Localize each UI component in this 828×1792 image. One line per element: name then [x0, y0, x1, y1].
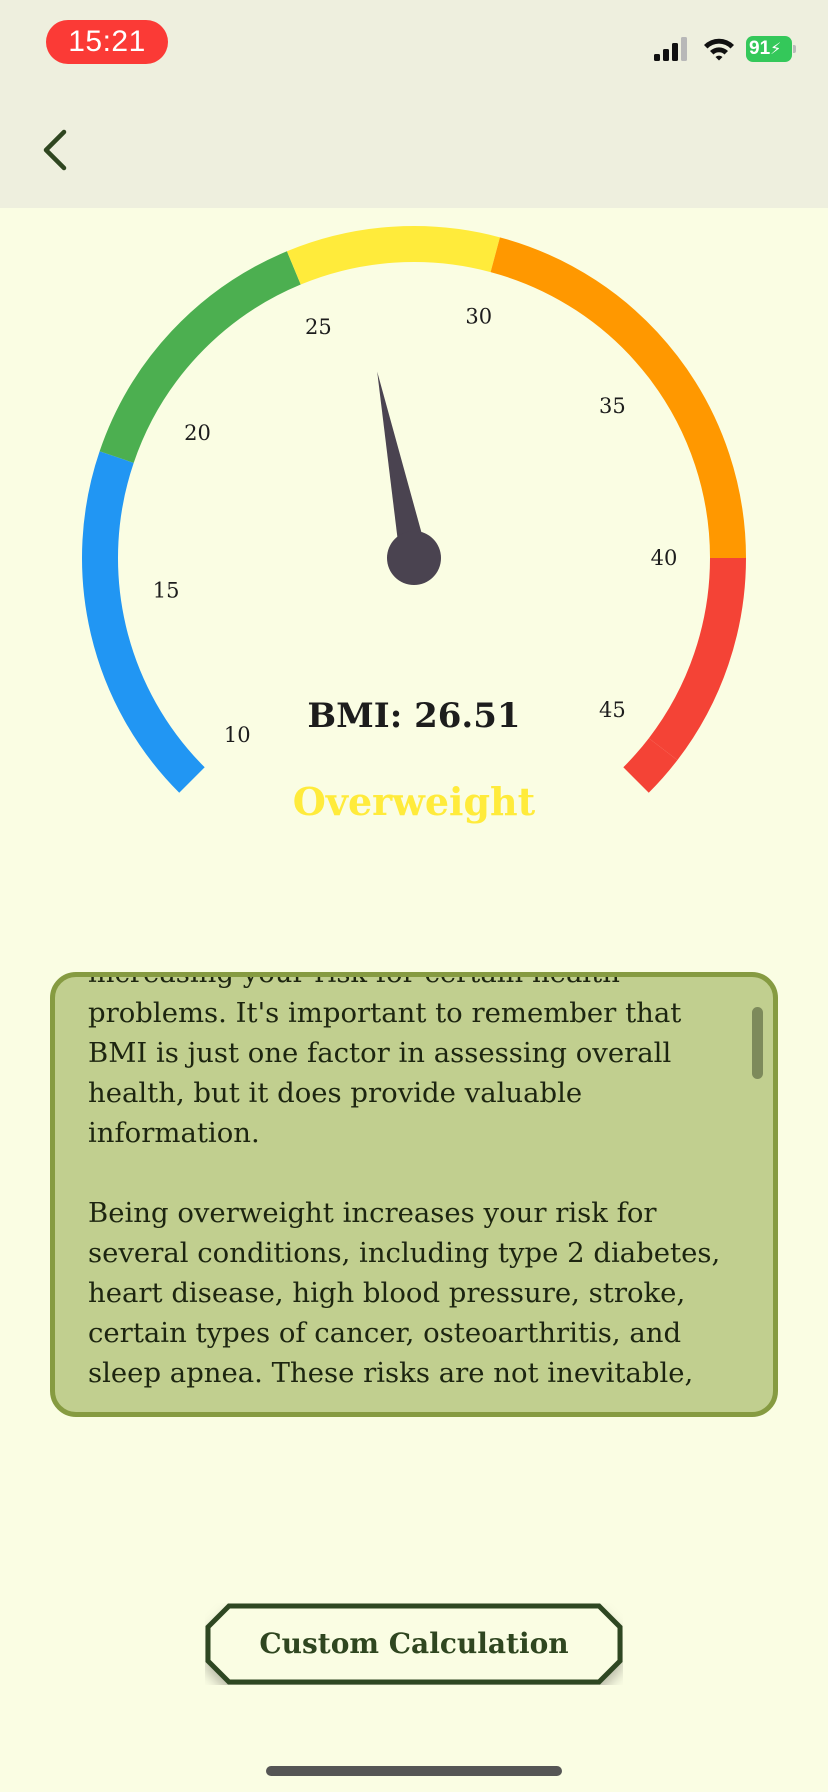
gauge-tick-label: 15 [153, 579, 180, 603]
home-indicator [266, 1766, 562, 1776]
gauge-tick-label: 25 [305, 315, 332, 339]
custom-calculation-button[interactable]: Custom Calculation [205, 1603, 623, 1685]
custom-calculation-label: Custom Calculation [259, 1627, 569, 1660]
status-icons: 91⚡ [652, 34, 796, 64]
wifi-icon [704, 38, 734, 61]
bmi-category: Overweight [292, 779, 536, 824]
gauge-tick-label: 30 [465, 305, 492, 329]
gauge-needle-hub [387, 531, 441, 585]
cellular-signal-icon [654, 37, 687, 61]
status-time: 15:21 [46, 20, 168, 64]
gauge-tick-label: 40 [651, 546, 678, 570]
gauge-tick-label: 20 [184, 421, 211, 445]
gauge-segment-severe-end [623, 737, 678, 793]
bmi-gauge: 10152025 30354045 [82, 226, 746, 793]
info-paragraph: Being overweight increases your risk for… [88, 1197, 721, 1389]
back-button[interactable] [30, 118, 80, 182]
battery-icon: 91⚡ [746, 36, 796, 62]
gauge-tick-label: 35 [599, 394, 626, 418]
charging-bolt-icon: ⚡ [770, 41, 782, 58]
bmi-info-panel[interactable]: increasing your risk for certain health … [50, 972, 778, 1417]
scrollbar[interactable] [752, 1007, 763, 1079]
bmi-value: BMI: 26.51 [307, 696, 521, 736]
chevron-left-icon [43, 129, 67, 171]
info-paragraph: increasing your risk for certain health … [88, 972, 682, 1149]
bmi-info-text: increasing your risk for certain health … [88, 972, 728, 1412]
navigation-bar [0, 90, 828, 208]
gauge-segment-overweight [286, 226, 500, 285]
battery-level: 91 [749, 38, 771, 59]
status-bar: 15:21 91⚡ [0, 0, 828, 90]
